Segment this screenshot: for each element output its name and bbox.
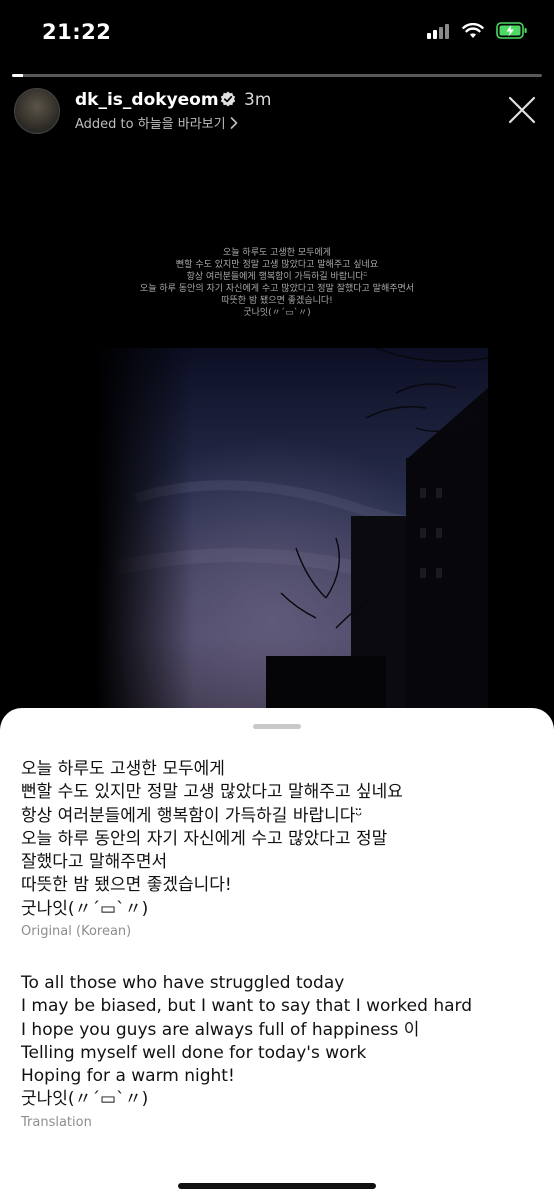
original-text-block: 오늘 하루도 고생한 모두에게 뻔할 수도 있지만 정말 고생 많았다고 말해주…	[21, 758, 536, 939]
sheet-drag-handle[interactable]	[253, 724, 301, 729]
wifi-icon	[462, 22, 484, 38]
original-text: 오늘 하루도 고생한 모두에게 뻔할 수도 있지만 정말 고생 많았다고 말해주…	[21, 759, 403, 919]
caption-line: 따뜻한 밤 됐으면 좋겠습니다!	[221, 296, 333, 306]
translation-sheet: 오늘 하루도 고생한 모두에게 뻔할 수도 있지만 정말 고생 많았다고 말해주…	[0, 708, 554, 1200]
close-icon[interactable]	[504, 92, 540, 128]
chevron-right-icon	[230, 116, 237, 129]
status-bar: 21:22	[0, 0, 554, 66]
story-caption: 오늘 하루도 고생한 모두에게 뻔할 수도 있지만 정말 고생 많았다고 말해주…	[0, 247, 554, 319]
highlight-label: Added to 하늘을 바라보기	[75, 117, 226, 132]
story-progress-bar	[12, 74, 542, 77]
caption-line: 굿나잇(〃´▭`〃)	[243, 308, 311, 318]
highlight-link[interactable]: Added to 하늘을 바라보기	[75, 113, 238, 132]
home-indicator	[178, 1183, 376, 1189]
avatar[interactable]	[14, 88, 60, 134]
status-time: 21:22	[42, 20, 112, 44]
caption-line: 뻔할 수도 있지만 정말 고생 많았다고 말해주고 싶네요	[175, 260, 379, 270]
username[interactable]: dk_is_dokyeom	[75, 90, 219, 110]
caption-line: 항상 여러분들에게 행복함이 가득하길 바랍니다ᵕ̈	[186, 272, 368, 282]
status-icons	[426, 22, 528, 39]
battery-charging-icon	[496, 22, 527, 39]
caption-line: 오늘 하루 동안의 자기 자신에게 수고 많았다고 정말 잘했다고 말해주면서	[139, 284, 415, 294]
sky-photo-image	[96, 348, 488, 708]
verified-badge-icon	[220, 91, 236, 107]
story-time: 3m	[244, 90, 272, 110]
story-photo	[96, 348, 488, 708]
story-progress-fill	[12, 74, 23, 77]
caption-line: 오늘 하루도 고생한 모두에게	[223, 248, 331, 258]
original-label: Original (Korean)	[21, 924, 132, 940]
translated-text: To all those who have struggled today I …	[21, 973, 472, 1110]
translated-text-block: To all those who have struggled today I …	[21, 972, 536, 1130]
translation-label: Translation	[21, 1114, 92, 1130]
story-header: dk_is_dokyeom 3m Added to 하늘을 바라보기	[14, 88, 540, 134]
cellular-signal-icon	[427, 23, 449, 39]
